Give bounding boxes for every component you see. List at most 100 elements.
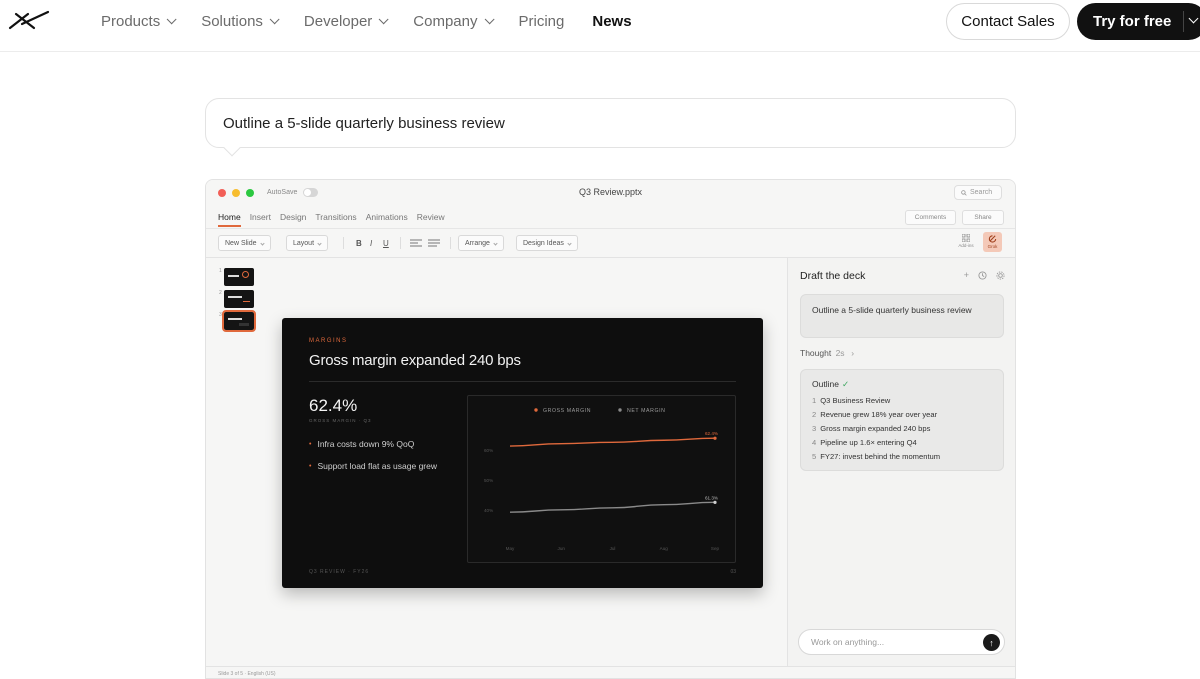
composer-input[interactable]: Work on anything... ↑ [798, 629, 1005, 655]
arrange-button[interactable]: Arrange [458, 235, 504, 251]
chevron-down-icon [166, 13, 177, 24]
panel-actions: + [964, 270, 1005, 280]
thumbnail-circle [242, 271, 249, 278]
outline-item-text: Q3 Business Review [820, 396, 891, 405]
outline-title: Outline [812, 379, 839, 389]
slide-footer-right: 03 [730, 569, 736, 575]
tab-animations[interactable]: Animations [366, 212, 408, 227]
new-slide-button[interactable]: New Slide [218, 235, 271, 251]
try-for-free-button[interactable]: Try for free [1077, 3, 1200, 40]
outline-item-text: FY27: invest behind the momentum [820, 452, 941, 461]
nav-news-label: News [592, 12, 632, 30]
y-tick-label: 60% [484, 448, 493, 453]
slide-footer-left: Q3 REVIEW · FY26 [309, 569, 370, 575]
tab-home[interactable]: Home [218, 212, 241, 227]
tab-transitions[interactable]: Transitions [315, 212, 356, 227]
bullet-dot: • [309, 441, 312, 448]
nav-developer[interactable]: Developer [304, 13, 389, 30]
chevron-down-icon [493, 240, 498, 246]
grid-icon [961, 233, 971, 243]
prompt-text: Outline a 5-slide quarterly business rev… [223, 114, 505, 132]
nav-news[interactable]: News [592, 13, 631, 30]
history-icon[interactable] [978, 271, 987, 280]
send-button[interactable]: ↑ [983, 634, 1000, 651]
outline-item-text: Pipeline up 1.6× entering Q4 [820, 438, 917, 447]
slide-bullet: • Support load flat as usage grew [309, 460, 449, 473]
design-ideas-button[interactable]: Design Ideas [516, 235, 578, 251]
chevron-down-icon[interactable] [1188, 13, 1199, 24]
bold-button[interactable]: B [356, 239, 362, 248]
align-left-icon[interactable] [410, 239, 422, 247]
slide-stat-label: GROSS MARGIN · Q3 [309, 418, 372, 423]
add-ins-label: Add-ins [958, 243, 974, 248]
slide-bullet: • Infra costs down 9% QoQ [309, 438, 449, 451]
item-number: 5 [812, 452, 817, 461]
gear-icon[interactable] [996, 271, 1005, 280]
bullet-text: Infra costs down 9% QoQ [317, 439, 415, 449]
toolbar-separator [450, 237, 451, 249]
assistant-panel: Draft the deck + Outline a 5-slide quart… [787, 258, 1015, 678]
legend-swatch [618, 408, 622, 412]
thumbnail-number: 1 [219, 268, 222, 274]
nav-pricing[interactable]: Pricing [519, 13, 565, 30]
toolbar-separator [343, 237, 344, 249]
outline-item-text: Revenue grew 18% year over year [820, 410, 938, 419]
grok-label: Grok [987, 244, 998, 249]
company-logo[interactable] [8, 10, 50, 32]
list-item: 5 FY27: invest behind the momentum [812, 450, 992, 464]
thumbnail-line [228, 318, 242, 320]
arrange-label: Arrange [465, 239, 490, 247]
chevron-down-icon [259, 240, 265, 246]
chevron-right-icon: › [848, 348, 855, 358]
nav-company[interactable]: Company [413, 12, 495, 30]
thought-label: Thought [800, 348, 832, 358]
tab-insert[interactable]: Insert [250, 212, 271, 227]
nav-products[interactable]: Products [101, 13, 177, 30]
x-tick-label: May [506, 546, 515, 551]
x-tick-label: Aug [660, 546, 669, 551]
end-value-label: 61.3% [705, 495, 718, 500]
outline-header: Outline ✓ [812, 379, 992, 390]
thumbnail-line [228, 296, 242, 298]
thought-toggle[interactable]: Thought 2s › [800, 348, 854, 358]
thumbnail-line [243, 301, 250, 302]
share-button[interactable]: Share [962, 210, 1004, 225]
slide-thumbnail-2[interactable] [224, 290, 254, 308]
comments-button[interactable]: Comments [905, 210, 956, 225]
italic-button[interactable]: I [370, 239, 372, 248]
underline-button[interactable]: U [383, 239, 389, 248]
list-item: 1 Q3 Business Review [812, 394, 992, 408]
arrow-up-icon: ↑ [989, 637, 994, 648]
item-number: 4 [812, 438, 817, 447]
panel-title: Draft the deck [800, 270, 866, 282]
slide-thumbnail-3[interactable] [222, 310, 256, 332]
nav-solutions[interactable]: Solutions [201, 13, 280, 30]
align-justify-icon[interactable] [428, 239, 440, 247]
status-bar: Slide 3 of 5 · English (US) [206, 666, 1015, 678]
contact-sales-button[interactable]: Contact Sales [946, 3, 1070, 40]
nav-company-label: Company [413, 12, 478, 30]
outline-item-text: Gross margin expanded 240 bps [820, 424, 931, 433]
slide-canvas[interactable]: MARGINS Gross margin expanded 240 bps 62… [282, 318, 763, 588]
tab-review[interactable]: Review [417, 212, 445, 227]
layout-button[interactable]: Layout [286, 235, 329, 251]
document-title: Q3 Review.pptx [578, 187, 643, 197]
outline-card: Outline ✓ 1 Q3 Business Review 2 Revenue gr… [800, 369, 1004, 471]
x-tick-label: Jul [610, 546, 616, 551]
plus-icon[interactable]: + [964, 270, 969, 280]
slide-thumbnail-1[interactable] [224, 268, 254, 286]
tab-design[interactable]: Design [280, 212, 306, 227]
chevron-down-icon [567, 240, 572, 246]
layout-label: Layout [293, 239, 315, 247]
status-text: Slide 3 of 5 · English (US) [218, 671, 276, 677]
add-ins-button[interactable]: Add-ins [956, 233, 976, 248]
list-item: 3 Gross margin expanded 240 bps [812, 422, 992, 436]
list-item: 2 Revenue grew 18% year over year [812, 408, 992, 422]
new-slide-label: New Slide [225, 239, 257, 247]
chevron-down-icon [317, 240, 322, 246]
grok-button[interactable]: Grok [983, 232, 1002, 252]
search-input[interactable]: Search [954, 185, 1002, 200]
chevron-down-icon [269, 13, 280, 24]
title-bar: AutoSave Q3 Review.pptx Search [206, 180, 1015, 206]
x-tick-label: Jun [558, 546, 566, 551]
